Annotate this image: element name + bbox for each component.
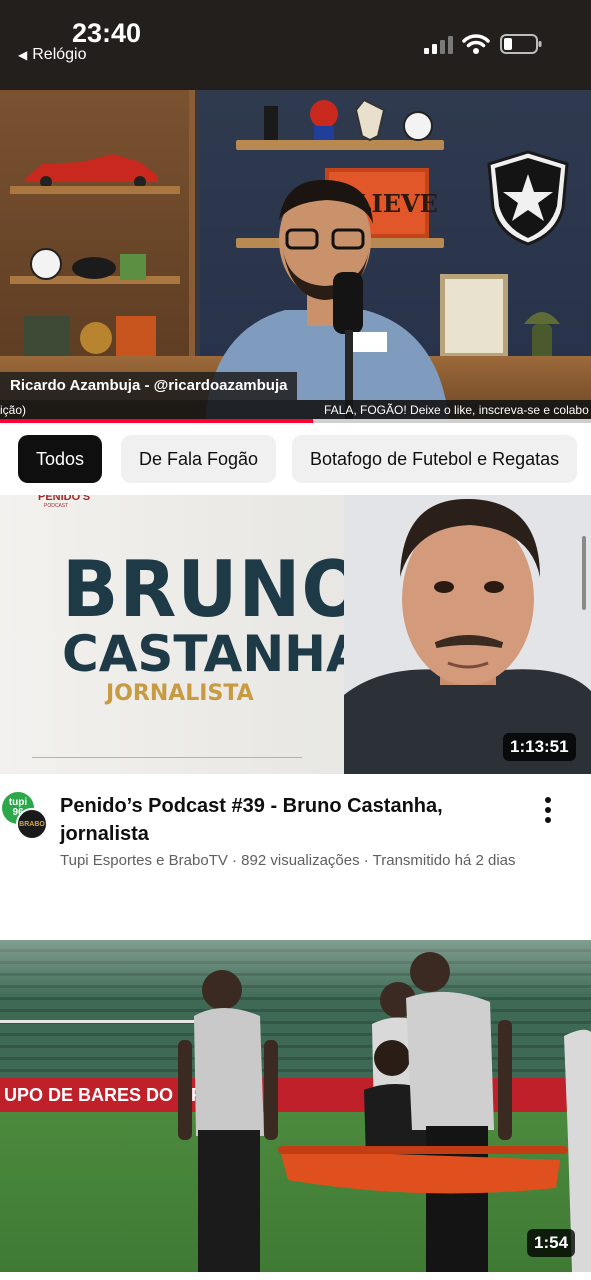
back-app-label: Relógio — [32, 46, 87, 63]
chip-de-fala-fogao[interactable]: De Fala Fogão — [121, 435, 277, 483]
ticker-text-left: ição) — [0, 403, 27, 417]
shelf-balls-icon — [30, 248, 146, 280]
thumbnail-headline-2: CASTANHA — [62, 625, 365, 683]
bookshelf — [0, 90, 195, 390]
battery-icon — [500, 34, 542, 54]
thumbnail-headline-1: BRUNO — [62, 544, 366, 636]
video-duration-badge-2: 1:54 — [527, 1229, 576, 1257]
shelf-figures-icon — [264, 98, 433, 142]
botafogo-shield-icon — [487, 150, 569, 246]
lower-third-name: Ricardo Azambuja - @ricardoazambuja — [0, 372, 298, 400]
podcast-brand-sub: PODCAST — [44, 503, 69, 509]
status-bar: 23:40 ◀ Relógio — [0, 0, 591, 90]
wifi-icon — [462, 34, 490, 54]
podcast-brand: PENIDO'S — [38, 495, 91, 503]
video-player[interactable]: BELIEVE Ricardo Azambuja - @ricardoazamb… — [0, 90, 591, 420]
video-duration-badge: 1:13:51 — [503, 733, 576, 761]
video-details[interactable]: tupi 96 BRABO Penido’s Podcast #39 - Bru… — [0, 774, 591, 940]
divider — [32, 757, 302, 758]
filter-chips-bar: Todos De Fala Fogão Botafogo de Futebol … — [0, 423, 591, 495]
video-subtitle: Tupi Esportes e BraboTV · 892 visualizaç… — [60, 852, 516, 869]
news-ticker: ição) FALA, FOGÃO! Deixe o like, inscrev… — [0, 400, 591, 420]
video-title[interactable]: Penido’s Podcast #39 - Bruno Castanha, j… — [60, 792, 530, 848]
chip-todos[interactable]: Todos — [18, 435, 103, 483]
video-thumbnail-2[interactable]: UPO DE BARES DO BRASIL — [0, 940, 591, 1272]
back-to-app-button[interactable]: ◀ Relógio — [18, 46, 87, 64]
chip-botafogo[interactable]: Botafogo de Futebol e Regatas — [292, 435, 578, 483]
channel-avatar-brabo[interactable]: BRABO — [16, 808, 48, 840]
more-options-icon[interactable] — [536, 794, 560, 826]
video-thumbnail[interactable]: PENIDO'S PODCAST BRUNO CASTANHA JORNALIS… — [0, 495, 591, 774]
thumbnail-headline-3: JORNALISTA — [106, 681, 254, 706]
back-triangle-icon: ◀ — [18, 48, 28, 62]
ticker-text-right: FALA, FOGÃO! Deixe o like, inscreva-se e… — [324, 403, 589, 417]
toy-car-icon — [26, 154, 158, 186]
cellular-signal-icon — [424, 36, 453, 54]
stretcher-scene — [178, 952, 591, 1272]
clock: 23:40 — [72, 18, 142, 48]
scroll-indicator[interactable] — [582, 536, 586, 610]
